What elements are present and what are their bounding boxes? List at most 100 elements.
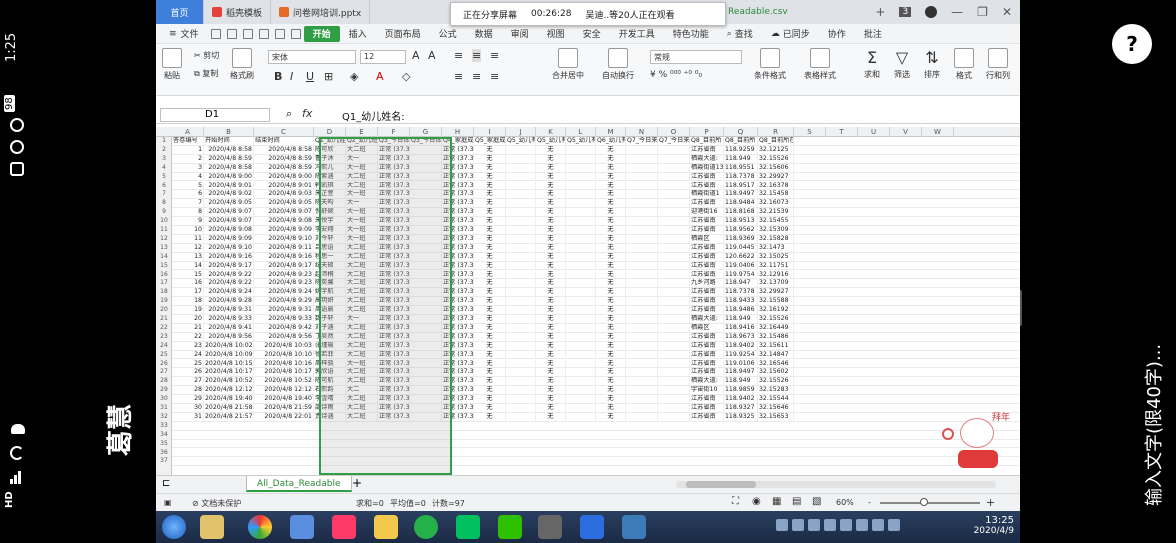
- table-cell[interactable]: 结束时间: [254, 137, 314, 146]
- table-cell[interactable]: [410, 154, 442, 164]
- table-cell[interactable]: [410, 359, 442, 369]
- table-cell[interactable]: 无: [596, 163, 626, 173]
- table-cell[interactable]: [410, 297, 442, 307]
- table-cell[interactable]: [566, 217, 596, 226]
- table-cell[interactable]: 118.949: [724, 154, 758, 164]
- table-cell[interactable]: Q5_家庭成员: [474, 137, 506, 146]
- table-cell[interactable]: [566, 332, 596, 342]
- table-cell[interactable]: [658, 323, 690, 333]
- table-cell[interactable]: 江苏省南: [690, 288, 724, 298]
- table-cell[interactable]: [658, 154, 690, 164]
- column-header-m[interactable]: M: [596, 127, 626, 137]
- table-cell[interactable]: 正常 (37.3°C以下): [442, 359, 474, 369]
- scroll-thumb[interactable]: [686, 481, 756, 488]
- table-cell[interactable]: 开始时间: [204, 137, 254, 146]
- table-cell[interactable]: 大二班: [346, 181, 378, 191]
- table-row[interactable]: 27 2020/4/8 10:52 2020/4/8 10:52 陈可航 大二班 正常 (…: [172, 377, 1020, 387]
- table-cell[interactable]: [410, 395, 442, 404]
- row-header[interactable]: 20: [156, 306, 172, 315]
- table-cell[interactable]: Q7_今日来: [658, 137, 690, 146]
- table-cell[interactable]: 正常 (37.3°C以下): [378, 163, 410, 173]
- table-header-row[interactable]: 答卷编号开始时间结束时间Q1_幼儿姓名Q2_幼儿班级Q3_今日体温Q3_今日体温…: [172, 137, 1020, 146]
- table-cell[interactable]: 程思一: [314, 252, 346, 262]
- table-row[interactable]: 25 2020/4/8 10:15 2020/4/8 10:16 周梓骁 大一班 正常 (…: [172, 359, 1020, 369]
- table-cell[interactable]: 正常 (37.3°C以下): [378, 332, 410, 342]
- table-cell[interactable]: 无: [596, 288, 626, 298]
- table-cell[interactable]: 无: [474, 261, 506, 271]
- table-cell[interactable]: 大二班: [346, 350, 378, 360]
- explorer-icon[interactable]: [200, 515, 224, 539]
- table-cell[interactable]: 2020/4/8 9:24: [254, 288, 314, 298]
- table-cell[interactable]: [626, 190, 658, 200]
- menu-collab[interactable]: 协作: [819, 24, 855, 44]
- table-cell[interactable]: 22: [172, 332, 204, 342]
- table-cell[interactable]: 2020/4/8 9:05: [204, 199, 254, 209]
- row-header[interactable]: 16: [156, 271, 172, 280]
- table-cell[interactable]: 大二班: [346, 377, 378, 387]
- wechat-icon[interactable]: [498, 515, 522, 539]
- table-cell[interactable]: [626, 297, 658, 307]
- table-cell[interactable]: 无: [536, 199, 566, 209]
- table-cell[interactable]: 陈可航: [314, 377, 346, 387]
- table-cell[interactable]: 32.15588: [758, 297, 794, 307]
- table-cell[interactable]: 118.9259: [724, 145, 758, 155]
- table-cell[interactable]: [566, 190, 596, 200]
- table-cell[interactable]: [506, 172, 536, 182]
- table-cell[interactable]: 大二班: [346, 252, 378, 262]
- table-cell[interactable]: 江苏省南: [690, 412, 724, 422]
- table-cell[interactable]: 陈天昀: [314, 199, 346, 209]
- table-cell[interactable]: 119.0106: [724, 359, 758, 369]
- table-cell[interactable]: 18: [172, 297, 204, 307]
- table-cell[interactable]: 正常 (37.3°C以下): [378, 404, 410, 413]
- table-cell[interactable]: [658, 208, 690, 218]
- column-header-l[interactable]: L: [566, 127, 596, 137]
- table-cell[interactable]: 2020/4/8 8:58: [254, 145, 314, 155]
- table-cell[interactable]: [506, 368, 536, 378]
- table-cell[interactable]: 无: [596, 306, 626, 315]
- formula-input[interactable]: Q1_幼儿姓名:: [342, 108, 405, 123]
- table-cell[interactable]: 周语晨: [314, 306, 346, 315]
- row-header[interactable]: 6: [156, 182, 172, 191]
- table-cell[interactable]: 2020/4/8 10:17: [204, 368, 254, 378]
- column-header-j[interactable]: J: [506, 127, 536, 137]
- horizontal-scrollbar[interactable]: [676, 481, 996, 488]
- row-header[interactable]: 32: [156, 413, 172, 422]
- table-cell[interactable]: [626, 341, 658, 351]
- table-cell[interactable]: 大二班: [346, 270, 378, 280]
- column-header-n[interactable]: N: [626, 127, 658, 137]
- table-cell[interactable]: 24: [172, 350, 204, 360]
- table-cell[interactable]: 无: [474, 377, 506, 387]
- table-cell[interactable]: 32.15828: [758, 234, 794, 244]
- bold-icon[interactable]: B: [274, 70, 282, 83]
- table-cell[interactable]: 2020/4/8 9:03: [254, 190, 314, 200]
- table-cell[interactable]: 无: [474, 306, 506, 315]
- taskbar-clock[interactable]: 13:25 2020/4/9: [974, 513, 1014, 541]
- table-cell[interactable]: 丁昊然: [314, 332, 346, 342]
- table-cell[interactable]: 118.9402: [724, 395, 758, 404]
- table-cell[interactable]: 无: [474, 297, 506, 307]
- table-cell[interactable]: 大二班: [346, 412, 378, 422]
- table-cell[interactable]: 江苏省南: [690, 261, 724, 271]
- table-cell[interactable]: [658, 243, 690, 253]
- table-cell[interactable]: [658, 412, 690, 422]
- table-cell[interactable]: [506, 252, 536, 262]
- table-cell[interactable]: 2020/4/8 12:12: [254, 386, 314, 396]
- conditional-format-button[interactable]: 条件格式: [754, 48, 786, 81]
- table-cell[interactable]: 无: [536, 279, 566, 289]
- table-cell[interactable]: 2020/4/8 9:22: [204, 279, 254, 289]
- tab-home[interactable]: 首页: [156, 0, 204, 24]
- column-header-e[interactable]: E: [346, 127, 378, 137]
- table-cell[interactable]: [506, 404, 536, 413]
- table-cell[interactable]: 118.9402: [724, 341, 758, 351]
- table-cell[interactable]: [626, 332, 658, 342]
- sort-button[interactable]: ⇅ 排序: [924, 48, 940, 80]
- align-top-icon[interactable]: ≡: [454, 49, 463, 62]
- table-cell[interactable]: 32.15455: [758, 217, 794, 226]
- table-cell[interactable]: [566, 412, 596, 422]
- table-cell[interactable]: [506, 341, 536, 351]
- table-cell[interactable]: [658, 377, 690, 387]
- table-cell[interactable]: [410, 279, 442, 289]
- table-cell[interactable]: 28: [172, 386, 204, 396]
- table-cell[interactable]: [410, 199, 442, 209]
- table-cell[interactable]: [626, 181, 658, 191]
